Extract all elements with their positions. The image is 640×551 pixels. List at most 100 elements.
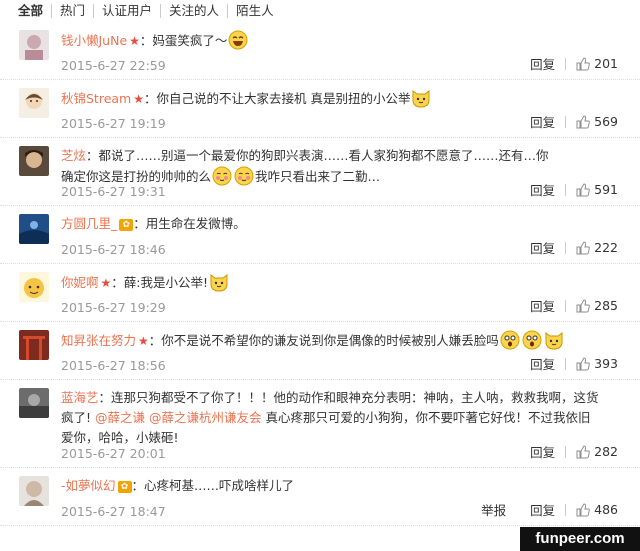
username[interactable]: 芝炫 [61,148,86,163]
avatar[interactable] [19,272,49,302]
avatar[interactable] [19,214,49,244]
divider [565,357,567,370]
comment-text: ：都说了……别逼一个最爱你的狗即兴表演……看人家狗狗都不愿意了……还有…你 [86,148,549,163]
tab-following[interactable]: 关注的人 [161,4,229,18]
star-badge-icon: ★ [129,34,140,48]
like-count: 282 [594,444,618,459]
comment-time: 2015-6-27 18:47 [61,504,166,519]
vip-badge-icon: ✿ [119,219,134,231]
comment-time: 2015-6-27 18:46 [61,242,166,257]
username[interactable]: 方圆几里_ [61,216,117,231]
comment-actions: 回复 591 [530,180,618,199]
avatar[interactable] [19,476,49,506]
comment-time: 2015-6-27 20:01 [61,446,166,461]
avatar[interactable] [19,146,49,176]
username[interactable]: 秋锦Stream [61,91,131,106]
shocked-emoji-icon [522,330,542,350]
thumbs-up-icon [576,56,590,70]
like-button[interactable]: 222 [576,240,618,255]
reply-button[interactable]: 回复 [530,54,555,73]
divider [565,57,567,70]
report-button[interactable]: 举报 [481,500,506,519]
shocked-emoji-icon [500,330,520,350]
watermark: funpeer.com [520,527,640,551]
comment-time: 2015-6-27 18:56 [61,358,166,373]
comment-item: 你妮啊 ★：薛:我是小公举! 2015-6-27 19:29 回复 285 [0,264,640,322]
comment-item: 方圆几里_ ✿ ：用生命在发微博。 2015-6-27 18:46 回复 222 [0,206,640,264]
comment-filter-tabs: 全部 热门 认证用户 关注的人 陌生人 [0,0,640,22]
thumbs-up-icon [576,240,590,254]
like-button[interactable]: 285 [576,298,618,313]
comment-text: 爱你，哈哈，小婊砸! [61,430,179,445]
reply-button[interactable]: 回复 [530,296,555,315]
like-button[interactable]: 393 [576,356,618,371]
comment-actions: 举报 回复 486 [481,500,618,519]
comment-text: ：薛:我是小公举! [111,275,209,290]
divider [565,299,567,312]
cat-emoji-icon [209,272,229,292]
avatar[interactable] [19,30,49,60]
thumbs-up-icon [576,356,590,370]
reply-button[interactable]: 回复 [530,442,555,461]
like-button[interactable]: 486 [576,502,618,517]
thumbs-up-icon [576,502,590,516]
like-count: 486 [594,502,618,517]
mention-link[interactable]: @薛之谦 [95,410,145,425]
comment-item: 芝炫：都说了……别逼一个最爱你的狗即兴表演……看人家狗狗都不愿意了……还有…你 … [0,138,640,206]
tab-strangers[interactable]: 陌生人 [228,4,282,18]
comment-list: 钱小懒JuNe ★：妈蛋笑疯了～ 2015-6-27 22:59 回复 201 秋… [0,22,640,526]
blush-emoji-icon [234,166,254,186]
comment-actions: 回复 201 [530,54,618,73]
thumbs-up-icon [576,114,590,128]
divider [565,115,567,128]
star-badge-icon: ★ [133,92,144,106]
comment-actions: 回复 282 [530,442,618,461]
reply-button[interactable]: 回复 [530,354,555,373]
like-button[interactable]: 282 [576,444,618,459]
like-count: 285 [594,298,618,313]
username[interactable]: 知昇张在努力 [61,333,136,348]
tab-hot[interactable]: 热门 [52,4,95,18]
like-button[interactable]: 569 [576,114,618,129]
avatar[interactable] [19,88,49,118]
username[interactable]: 蓝海艺 [61,390,99,405]
comment-actions: 回复 569 [530,112,618,131]
comment-text: ：心疼柯基……吓成啥样儿了 [131,478,295,493]
tab-all[interactable]: 全部 [18,4,53,18]
avatar[interactable] [19,330,49,360]
star-badge-icon: ★ [138,334,149,348]
reply-button[interactable]: 回复 [530,238,555,257]
comment-body: 秋锦Stream ★：你自己说的不让大家去接机 真是别扭的小公举 [61,88,620,109]
comment-text: 真心疼那只可爱的小狗狗，你不要吓著它好伐！不过我依旧 [261,410,591,425]
comment-actions: 回复 285 [530,296,618,315]
username[interactable]: 钱小懒JuNe [61,33,127,48]
like-button[interactable]: 591 [576,182,618,197]
like-count: 393 [594,356,618,371]
comment-body: 蓝海艺：连那只狗都受不了你了！！！他的动作和眼神充分表明：神呐，主人呐，救救我啊… [61,388,620,448]
like-count: 201 [594,56,618,71]
reply-button[interactable]: 回复 [530,180,555,199]
comment-text: ：用生命在发微博。 [133,216,246,231]
username[interactable]: 你妮啊 [61,275,99,290]
comment-text: 我咋只看出来了二勤… [255,169,381,184]
comment-body: 知昇张在努力 ★：你不是说不希望你的谦友说到你是偶像的时候被别人嫌丢脸吗 [61,330,620,351]
like-count: 591 [594,182,618,197]
comment-item: 蓝海艺：连那只狗都受不了你了！！！他的动作和眼神充分表明：神呐，主人呐，救救我啊… [0,380,640,468]
comment-text: 确定你这是打扮的帅帅的么 [61,169,212,184]
avatar[interactable] [19,388,49,418]
username[interactable]: -如夢似幻 [61,478,116,493]
comment-actions: 回复 222 [530,238,618,257]
comment-text: ：连那只狗都受不了你了！！！他的动作和眼神充分表明：神呐，主人呐，救救我啊，这货 [98,390,599,405]
thumbs-up-icon [576,298,590,312]
star-badge-icon: ★ [100,276,112,290]
mention-link[interactable]: @薛之谦杭州谦友会 [149,410,262,425]
tab-verified[interactable]: 认证用户 [94,4,162,18]
comment-text: 疯了! [61,410,92,425]
comment-time: 2015-6-27 19:31 [61,184,166,199]
reply-button[interactable]: 回复 [530,112,555,131]
like-button[interactable]: 201 [576,56,618,71]
comment-actions: 回复 393 [530,354,618,373]
comment-item: 知昇张在努力 ★：你不是说不希望你的谦友说到你是偶像的时候被别人嫌丢脸吗 2015… [0,322,640,380]
divider [565,241,567,254]
reply-button[interactable]: 回复 [530,500,555,519]
